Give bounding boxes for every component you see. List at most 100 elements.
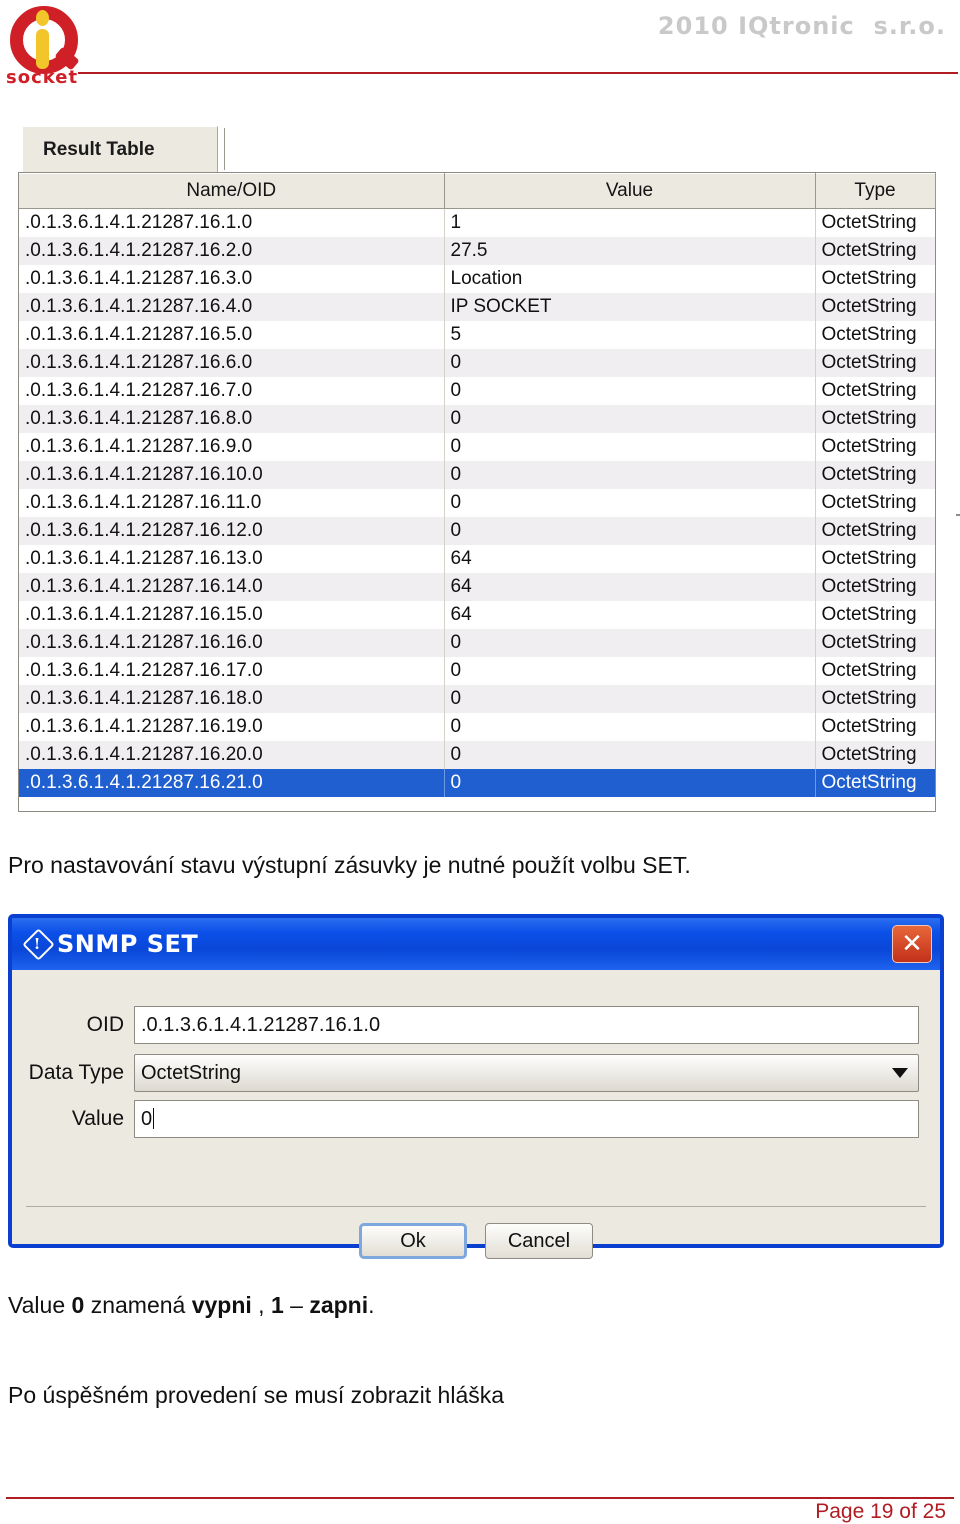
para2-bold-one: 1: [270, 1292, 284, 1318]
table-row[interactable]: .0.1.3.6.1.4.1.21287.16.20.0 0 OctetString: [19, 741, 935, 769]
logo-socket-text: socket: [6, 67, 79, 88]
cell-oid: .0.1.3.6.1.4.1.21287.16.20.0: [19, 741, 445, 769]
cell-value: 0: [444, 377, 816, 405]
ok-button[interactable]: Ok: [359, 1223, 467, 1259]
para2-bold-zero: 0: [71, 1292, 85, 1318]
oid-field-row: OID .0.1.3.6.1.4.1.21287.16.1.0: [12, 1006, 940, 1044]
cell-oid: .0.1.3.6.1.4.1.21287.16.10.0: [19, 461, 445, 489]
cell-type: OctetString: [815, 713, 935, 741]
close-icon-glyph: ✕: [901, 929, 923, 959]
header-divider: [78, 72, 958, 74]
cell-type: OctetString: [815, 489, 935, 517]
table-row[interactable]: .0.1.3.6.1.4.1.21287.16.19.0 0 OctetString: [19, 713, 935, 741]
dialog-title-bar[interactable]: ! SNMP SET ✕: [12, 918, 940, 971]
column-header-name-oid[interactable]: Name/OID: [19, 173, 445, 209]
page-number: Page 19 of 25: [815, 1500, 946, 1523]
data-type-label: Data Type: [28, 1061, 124, 1084]
cancel-button[interactable]: Cancel: [485, 1223, 593, 1259]
cell-type: OctetString: [815, 237, 935, 265]
para2-suffix: .: [368, 1292, 375, 1318]
table-row[interactable]: .0.1.3.6.1.4.1.21287.16.7.0 0 OctetString: [19, 377, 935, 405]
oid-label: OID: [86, 1013, 124, 1036]
result-table-scroll-area[interactable]: Name/OID Value Type .0.1.3.6.1.4.1.21287…: [18, 172, 936, 812]
footer-divider: [6, 1497, 954, 1499]
cell-type: OctetString: [815, 377, 935, 405]
column-header-type[interactable]: Type: [815, 173, 936, 209]
column-header-value[interactable]: Value: [444, 173, 816, 209]
tab-divider: [224, 128, 225, 170]
cell-oid: .0.1.3.6.1.4.1.21287.16.16.0: [19, 629, 445, 657]
para2-prefix: Value: [8, 1292, 72, 1318]
table-row[interactable]: .0.1.3.6.1.4.1.21287.16.4.0 IP SOCKET Octe…: [19, 293, 935, 321]
close-icon[interactable]: ✕: [892, 925, 932, 963]
iqsocket-logo: socket: [6, 4, 92, 92]
tab-result-table[interactable]: Result Table: [22, 126, 218, 172]
cell-value: 0: [444, 769, 816, 797]
data-type-field-row: Data Type OctetString: [12, 1054, 940, 1092]
tab-strip: Result Table: [18, 126, 948, 172]
table-row[interactable]: .0.1.3.6.1.4.1.21287.16.15.0 64 OctetStrin…: [19, 601, 935, 629]
cell-oid: .0.1.3.6.1.4.1.21287.16.6.0: [19, 349, 445, 377]
cell-type: OctetString: [815, 349, 935, 377]
cell-type: OctetString: [815, 657, 935, 685]
cell-oid: .0.1.3.6.1.4.1.21287.16.18.0: [19, 685, 445, 713]
table-row[interactable]: .0.1.3.6.1.4.1.21287.16.9.0 0 OctetString: [19, 433, 935, 461]
cell-type: OctetString: [815, 433, 935, 461]
cell-type: OctetString: [815, 769, 935, 797]
table-row[interactable]: .0.1.3.6.1.4.1.21287.16.14.0 64 OctetStrin…: [19, 573, 935, 601]
table-body: .0.1.3.6.1.4.1.21287.16.1.0 1 OctetString.…: [19, 208, 935, 797]
table-row[interactable]: .0.1.3.6.1.4.1.21287.16.1.0 1 OctetString: [19, 208, 935, 237]
cell-oid: .0.1.3.6.1.4.1.21287.16.7.0: [19, 377, 445, 405]
table-row[interactable]: .0.1.3.6.1.4.1.21287.16.2.0 27.5 OctetStri…: [19, 237, 935, 265]
table-row[interactable]: .0.1.3.6.1.4.1.21287.16.16.0 0 OctetString: [19, 629, 935, 657]
cell-value: 0: [444, 517, 816, 545]
table-row[interactable]: .0.1.3.6.1.4.1.21287.16.17.0 0 OctetString: [19, 657, 935, 685]
table-row[interactable]: .0.1.3.6.1.4.1.21287.16.18.0 0 OctetString: [19, 685, 935, 713]
cell-oid: .0.1.3.6.1.4.1.21287.16.15.0: [19, 601, 445, 629]
cell-value: 0: [444, 461, 816, 489]
value-meaning-paragraph: Value 0 znamená vypni , 1 – zapni.: [8, 1292, 375, 1319]
cell-type: OctetString: [815, 601, 935, 629]
cell-oid: .0.1.3.6.1.4.1.21287.16.2.0: [19, 237, 445, 265]
value-field-row: Value 0: [12, 1100, 940, 1138]
value-input[interactable]: 0: [134, 1100, 919, 1138]
table-row[interactable]: .0.1.3.6.1.4.1.21287.16.8.0 0 OctetString: [19, 405, 935, 433]
table-row[interactable]: .0.1.3.6.1.4.1.21287.16.13.0 64 OctetStrin…: [19, 545, 935, 573]
cell-oid: .0.1.3.6.1.4.1.21287.16.1.0: [19, 208, 445, 237]
value-input-text: 0: [141, 1108, 153, 1130]
table-row[interactable]: .0.1.3.6.1.4.1.21287.16.6.0 0 OctetString: [19, 349, 935, 377]
cell-oid: .0.1.3.6.1.4.1.21287.16.21.0: [19, 769, 445, 797]
table-row[interactable]: .0.1.3.6.1.4.1.21287.16.11.0 0 OctetString: [19, 489, 935, 517]
cell-value: 64: [444, 573, 816, 601]
table-row[interactable]: .0.1.3.6.1.4.1.21287.16.5.0 5 OctetString: [19, 321, 935, 349]
table-row[interactable]: .0.1.3.6.1.4.1.21287.16.21.0 0 OctetString: [19, 769, 935, 797]
cell-type: OctetString: [815, 293, 935, 321]
success-message-paragraph: Po úspěšném provedení se musí zobrazit h…: [8, 1382, 505, 1408]
para2-mid2: ,: [251, 1292, 271, 1318]
cell-value: 0: [444, 349, 816, 377]
cell-value: 0: [444, 433, 816, 461]
value-label: Value: [71, 1107, 124, 1130]
cell-oid: .0.1.3.6.1.4.1.21287.16.3.0: [19, 265, 445, 293]
cell-type: OctetString: [815, 685, 935, 713]
dialog-body: OID .0.1.3.6.1.4.1.21287.16.1.0 Data Typ…: [12, 970, 940, 1259]
table-row[interactable]: .0.1.3.6.1.4.1.21287.16.10.0 0 OctetString: [19, 461, 935, 489]
cell-oid: .0.1.3.6.1.4.1.21287.16.19.0: [19, 713, 445, 741]
cell-type: OctetString: [815, 629, 935, 657]
para2-mid1: znamená: [84, 1292, 192, 1318]
cell-value: 0: [444, 405, 816, 433]
cell-value: Location: [444, 265, 816, 293]
cell-value: 64: [444, 601, 816, 629]
cell-type: OctetString: [815, 573, 935, 601]
oid-input[interactable]: .0.1.3.6.1.4.1.21287.16.1.0: [134, 1006, 919, 1044]
scroll-indicator-mark: [956, 514, 960, 516]
table-row[interactable]: .0.1.3.6.1.4.1.21287.16.12.0 0 OctetString: [19, 517, 935, 545]
logo-i-stem-shape: [36, 29, 49, 69]
copyright-text: 2010 IQtronic s.r.o.: [657, 12, 946, 40]
data-type-select[interactable]: OctetString: [134, 1054, 919, 1092]
cell-oid: .0.1.3.6.1.4.1.21287.16.14.0: [19, 573, 445, 601]
cell-type: OctetString: [815, 741, 935, 769]
table-row[interactable]: .0.1.3.6.1.4.1.21287.16.3.0 Location Octet…: [19, 265, 935, 293]
cell-oid: .0.1.3.6.1.4.1.21287.16.4.0: [19, 293, 445, 321]
para2-bold-vypni: vypni: [191, 1292, 252, 1318]
